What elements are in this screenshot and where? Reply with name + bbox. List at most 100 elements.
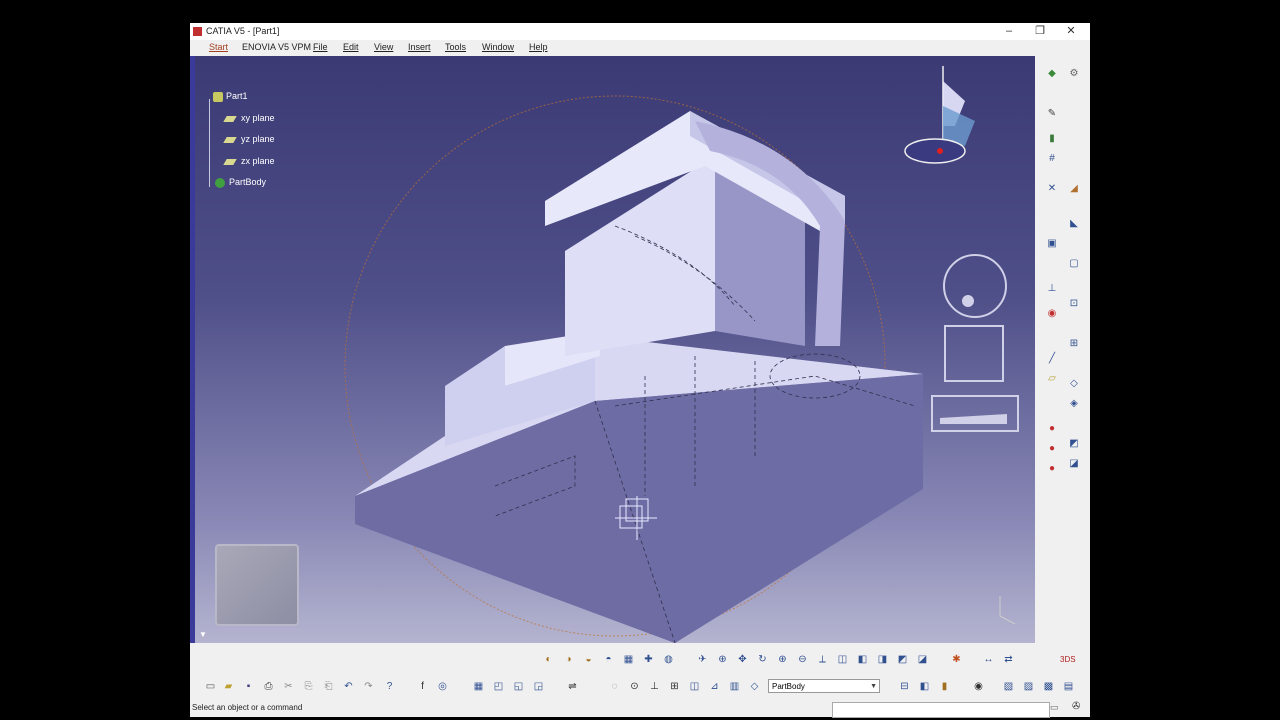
rotate-icon[interactable]: ↻ xyxy=(756,653,769,666)
thickness-icon[interactable]: ◈ xyxy=(1068,398,1080,410)
define-object-icon[interactable]: ◇ xyxy=(748,680,761,693)
workbench-3-icon[interactable]: ▩ xyxy=(1042,680,1055,693)
copy-icon[interactable]: ⎘ xyxy=(302,680,315,693)
fit-all-icon[interactable]: ⊕ xyxy=(716,653,729,666)
paste-icon[interactable]: ⎗ xyxy=(322,680,335,693)
minimize-button[interactable]: – xyxy=(994,24,1024,39)
menu-help[interactable]: Help xyxy=(529,42,548,52)
help-icon[interactable]: ? xyxy=(383,680,396,693)
scale-icon[interactable]: ◩ xyxy=(1068,438,1080,450)
table-icon[interactable]: ▦ xyxy=(472,680,485,693)
hole-icon[interactable]: ▣ xyxy=(1046,238,1058,250)
tree-yz-plane[interactable]: yz plane xyxy=(223,134,275,144)
split-icon[interactable]: ◇ xyxy=(1068,378,1080,390)
zoom-in-icon[interactable]: ⊕ xyxy=(776,653,789,666)
menu-view[interactable]: View xyxy=(374,42,393,52)
formula-tool-icon[interactable]: f xyxy=(416,680,429,693)
plane-tool-icon[interactable]: ▱ xyxy=(1046,373,1058,385)
tree-xy-plane[interactable]: xy plane xyxy=(223,113,275,123)
menu-edit[interactable]: Edit xyxy=(343,42,359,52)
workbench-1-icon[interactable]: ▧ xyxy=(1002,680,1015,693)
menu-start[interactable]: Start xyxy=(209,42,228,52)
groove-icon[interactable]: ◉ xyxy=(1046,308,1058,320)
viewport-thumbnail[interactable] xyxy=(215,544,299,626)
geometrical-set-icon[interactable]: ◧ xyxy=(918,680,931,693)
fillet-icon[interactable]: ◢ xyxy=(1068,183,1080,195)
boolean-remove-icon[interactable]: ● xyxy=(1046,443,1058,455)
menu-file[interactable]: File xyxy=(313,42,328,52)
translate-icon[interactable]: ◪ xyxy=(1068,458,1080,470)
menu-insert[interactable]: Insert xyxy=(408,42,431,52)
current-body-select[interactable]: PartBody ▼ xyxy=(768,679,880,693)
sketch-icon[interactable]: ✎ xyxy=(1046,108,1058,120)
measure-between-icon[interactable]: ↔ xyxy=(982,653,995,666)
cut-icon[interactable]: ✂ xyxy=(282,680,295,693)
command-options-icon[interactable]: ▭ xyxy=(1050,702,1059,713)
tree-partbody[interactable]: PartBody xyxy=(215,177,266,188)
command-go-icon[interactable]: ✇ xyxy=(1072,701,1080,712)
normal-to-icon[interactable]: ⟂ xyxy=(816,653,829,666)
mirror-icon[interactable]: ✕ xyxy=(1046,183,1058,195)
command-input[interactable] xyxy=(832,702,1050,718)
normal-view-icon[interactable]: ◍ xyxy=(662,653,675,666)
compass-icon[interactable] xyxy=(904,66,975,164)
redo-icon[interactable]: ↷ xyxy=(362,680,375,693)
menu-tools[interactable]: Tools xyxy=(445,42,466,52)
boolean-intersect-icon[interactable]: ● xyxy=(1046,463,1058,475)
zoom-out-icon[interactable]: ⊖ xyxy=(796,653,809,666)
tree-root-part1[interactable]: Part1 xyxy=(213,91,248,102)
constraint-icon[interactable]: ◌ xyxy=(608,680,621,693)
curvature-icon[interactable]: ◲ xyxy=(532,680,545,693)
workbench-4-icon[interactable]: ▤ xyxy=(1062,680,1075,693)
undo-icon[interactable]: ↶ xyxy=(342,680,355,693)
catalog-icon[interactable]: ◎ xyxy=(436,680,449,693)
restore-button[interactable]: ❐ xyxy=(1025,24,1055,39)
close-button[interactable]: ✕ xyxy=(1056,24,1086,39)
line-tool-icon[interactable]: ⊿ xyxy=(708,680,721,693)
print-icon[interactable]: ⎙ xyxy=(262,680,275,693)
snap-icon[interactable]: ⊙ xyxy=(628,680,641,693)
cube-view-icon[interactable]: ◧ xyxy=(856,653,869,666)
tangency-icon[interactable]: ⊥ xyxy=(648,680,661,693)
apply-material-icon[interactable]: ✱ xyxy=(950,653,963,666)
line-icon[interactable]: ╱ xyxy=(1046,353,1058,365)
draft-analysis-icon[interactable]: ◱ xyxy=(512,680,525,693)
hide-show-icon[interactable]: ◨ xyxy=(876,653,889,666)
3d-viewport[interactable]: Part1 xy plane yz plane zx plane PartBod… xyxy=(195,56,1035,643)
swap-space-icon[interactable]: ◩ xyxy=(896,653,909,666)
grid-icon[interactable]: ▦ xyxy=(622,653,635,666)
pan-icon[interactable]: ✥ xyxy=(736,653,749,666)
part-geometry[interactable] xyxy=(195,56,1035,643)
pointer-icon[interactable]: ◆ xyxy=(1046,68,1058,80)
save-icon[interactable]: ▪ xyxy=(242,680,255,693)
render-icon[interactable]: ◐ xyxy=(542,653,555,666)
view-navigator-icon[interactable] xyxy=(931,254,1019,432)
shaft-icon[interactable]: ⊥ xyxy=(1046,283,1058,295)
shading-icon[interactable]: ◑ xyxy=(562,653,575,666)
wireframe-icon[interactable]: ◓ xyxy=(602,653,615,666)
iso-view-icon[interactable]: ✚ xyxy=(642,653,655,666)
lock-icon[interactable]: ▮ xyxy=(938,680,951,693)
menu-window[interactable]: Window xyxy=(482,42,514,52)
point-icon[interactable]: ◫ xyxy=(688,680,701,693)
pad-icon[interactable]: ▮ xyxy=(1046,133,1058,145)
capture-icon[interactable]: ◉ xyxy=(972,680,985,693)
extrude-icon[interactable]: ▥ xyxy=(728,680,741,693)
tree-scroll-down-icon[interactable]: ▼ xyxy=(199,630,207,639)
measure-item-icon[interactable]: ⇄ xyxy=(1002,653,1015,666)
menu-enovia[interactable]: ENOVIA V5 VPM xyxy=(242,42,311,52)
rib-icon[interactable]: ▢ xyxy=(1068,258,1080,270)
shading-material-icon[interactable]: ◪ xyxy=(916,653,929,666)
tree-zx-plane[interactable]: zx plane xyxy=(223,156,275,166)
measure-icon[interactable]: ⊡ xyxy=(1068,298,1080,310)
formula-icon[interactable]: ⊞ xyxy=(1068,338,1080,350)
pattern-icon[interactable]: # xyxy=(1046,153,1058,165)
update-icon[interactable]: ⇌ xyxy=(566,680,579,693)
insert-body-icon[interactable]: ⊟ xyxy=(898,680,911,693)
axis-tool-icon[interactable]: ⊞ xyxy=(668,680,681,693)
boolean-add-icon[interactable]: ● xyxy=(1046,423,1058,435)
settings-icon[interactable]: ⚙ xyxy=(1068,68,1080,80)
analysis-icon[interactable]: ◰ xyxy=(492,680,505,693)
new-icon[interactable]: ▭ xyxy=(204,680,217,693)
fly-icon[interactable]: ✈ xyxy=(696,653,709,666)
